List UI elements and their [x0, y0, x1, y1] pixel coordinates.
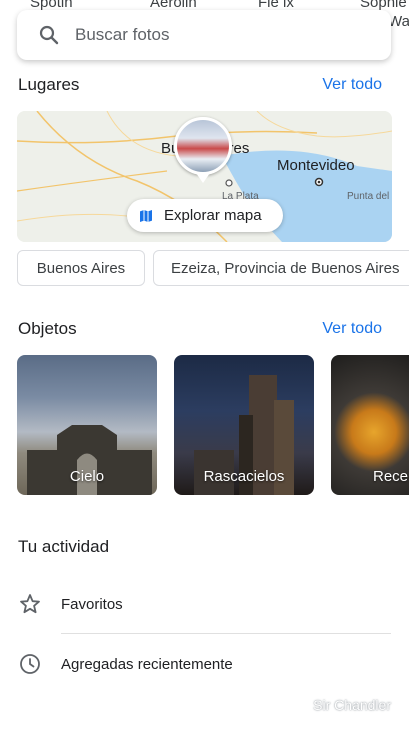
- search-bar[interactable]: Buscar fotos: [17, 10, 391, 60]
- place-chip[interactable]: Ezeiza, Provincia de Buenos Aires: [153, 250, 409, 286]
- place-chip[interactable]: Buenos Aires: [17, 250, 145, 286]
- recently-added-row[interactable]: Agregadas recientemente: [0, 646, 409, 682]
- map-icon: [140, 209, 152, 222]
- top-chip[interactable]: Wal: [388, 13, 409, 30]
- activity-title: Tu actividad: [18, 537, 110, 556]
- explore-map-label: Explorar mapa: [164, 207, 262, 224]
- photo-pin[interactable]: [174, 117, 232, 175]
- object-card-skyscrapers[interactable]: Rascacielos: [174, 355, 314, 495]
- pin-pointer-icon: [196, 173, 210, 183]
- places-see-all-link[interactable]: Ver todo: [322, 76, 382, 94]
- object-card-sky[interactable]: Cielo: [17, 355, 157, 495]
- clock-icon: [20, 654, 40, 674]
- explore-map-button[interactable]: Explorar mapa: [127, 199, 283, 232]
- object-label: Cielo: [69, 468, 105, 485]
- divider: [61, 633, 391, 634]
- watermark: Sir Chandler: [313, 697, 391, 713]
- object-card-recipe[interactable]: Rece: [331, 355, 409, 495]
- map-label: Punta del: [347, 191, 390, 202]
- search-icon: [39, 25, 59, 45]
- objects-see-all-link[interactable]: Ver todo: [322, 320, 382, 338]
- recently-added-label: Agregadas recientemente: [61, 655, 233, 673]
- object-label: Rece: [373, 468, 409, 485]
- search-input[interactable]: Buscar fotos: [75, 25, 170, 45]
- places-title: Lugares: [18, 75, 80, 94]
- star-outline-icon: [20, 594, 40, 614]
- favorites-row[interactable]: Favoritos: [0, 586, 409, 622]
- map-label: Montevideo: [277, 157, 355, 174]
- places-map[interactable]: Buenos Aires Montevideo La Plata Punta d…: [17, 111, 392, 242]
- object-label: Rascacielos: [203, 468, 285, 485]
- objects-title: Objetos: [18, 319, 77, 338]
- favorites-label: Favoritos: [61, 595, 123, 613]
